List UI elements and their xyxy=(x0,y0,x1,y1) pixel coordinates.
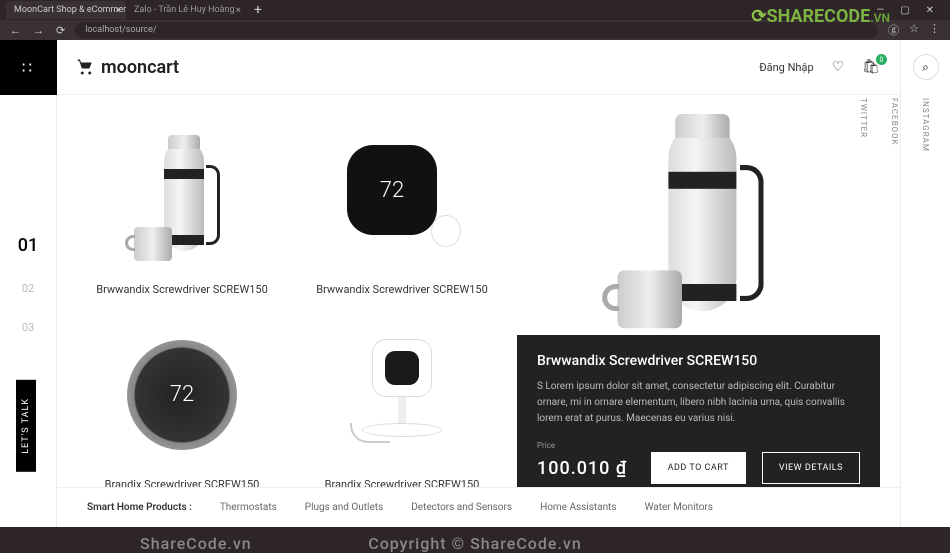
cart-button[interactable]: 🛍 0 xyxy=(862,59,880,75)
menu-toggle[interactable]: ∷ xyxy=(0,40,57,95)
translate-icon[interactable]: ⓖ xyxy=(888,22,899,38)
heart-icon: ♡ xyxy=(832,59,845,75)
category-link[interactable]: Water Monitors xyxy=(645,502,713,513)
pager-dot[interactable]: 03 xyxy=(22,321,34,334)
watermark-text: Copyright © ShareCode.vn xyxy=(368,534,582,553)
pager-dot[interactable]: 01 xyxy=(18,235,38,256)
new-tab-button[interactable]: + xyxy=(246,2,270,18)
back-icon[interactable]: ← xyxy=(10,24,21,37)
price-label: Price xyxy=(537,441,860,450)
page: ∷ 01 02 03 LET'S TALK ⌕ EXAMPLE@INFO.COM… xyxy=(0,40,950,527)
category-link[interactable]: Detectors and Sensors xyxy=(411,502,512,513)
product-card[interactable]: Brandix Screwdriver SCREW150 xyxy=(297,320,507,505)
url-field[interactable]: localhost/source/ xyxy=(75,22,878,38)
forward-icon[interactable]: → xyxy=(33,24,44,37)
product-image: 72 xyxy=(322,125,482,275)
bookmark-icon[interactable]: ☆ xyxy=(909,22,919,38)
close-window-icon[interactable]: ✕ xyxy=(926,5,934,16)
close-icon[interactable]: × xyxy=(116,5,121,16)
product-title: Brwwandix Screwdriver SCREW150 xyxy=(96,283,268,296)
tab-title: Zalo - Trần Lê Huy Hoàng xyxy=(134,5,235,15)
view-details-button[interactable]: VIEW DETAILS xyxy=(762,452,860,484)
thermo-reading: 72 xyxy=(170,382,194,407)
browser-tab[interactable]: Zalo - Trần Lê Huy Hoàng × xyxy=(126,1,246,19)
minimize-icon[interactable]: — xyxy=(876,5,884,16)
product-image xyxy=(322,320,482,470)
window-controls: — ▢ ✕ xyxy=(876,5,944,16)
product-image xyxy=(102,125,262,275)
thermo-reading: 72 xyxy=(380,178,404,203)
product-title: Brwwandix Screwdriver SCREW150 xyxy=(316,283,488,296)
logo-text: mooncart xyxy=(101,57,179,78)
search-icon: ⌕ xyxy=(922,60,929,75)
address-bar: ← → ⟳ localhost/source/ ⓖ ☆ ⋮ xyxy=(0,20,950,40)
cart-icon xyxy=(77,58,95,76)
category-nav: Smart Home Products : Thermostats Plugs … xyxy=(57,487,900,527)
product-card[interactable]: Brwwandix Screwdriver SCREW150 xyxy=(77,125,287,310)
hero-product: Brwwandix Screwdriver SCREW150 S Lorem i… xyxy=(517,125,880,504)
search-button[interactable]: ⌕ xyxy=(913,54,939,80)
hero-title: Brwwandix Screwdriver SCREW150 xyxy=(537,353,860,369)
wishlist-button[interactable]: ♡ xyxy=(832,59,845,75)
pager-dot[interactable]: 02 xyxy=(22,282,34,295)
left-rail: ∷ 01 02 03 LET'S TALK xyxy=(0,40,57,527)
login-link[interactable]: Đăng Nhập xyxy=(759,61,813,74)
browser-chrome: MoonCart Shop & eCommerc × Zalo - Trần L… xyxy=(0,0,950,40)
watermark-text: ShareCode.vn xyxy=(140,534,252,553)
main-content: Brwwandix Screwdriver SCREW150 72 Brwwan… xyxy=(57,95,900,527)
url-text: localhost/source/ xyxy=(85,25,156,35)
menu-icon[interactable]: ⋮ xyxy=(929,22,940,38)
tab-title: MoonCart Shop & eCommerc xyxy=(14,5,126,15)
close-icon[interactable]: × xyxy=(236,5,241,16)
social-instagram[interactable]: INSTAGRAM xyxy=(921,98,930,194)
lets-talk-button[interactable]: LET'S TALK xyxy=(16,380,36,472)
site-logo[interactable]: mooncart xyxy=(77,57,179,78)
hero-image xyxy=(517,125,880,335)
cart-badge: 0 xyxy=(876,54,887,65)
category-link[interactable]: Thermostats xyxy=(220,502,277,513)
tab-strip: MoonCart Shop & eCommerc × Zalo - Trần L… xyxy=(0,0,950,20)
product-image: 72 xyxy=(102,320,262,470)
right-rail: ⌕ EXAMPLE@INFO.COM +91 123 456 7890 INST… xyxy=(900,40,950,527)
reload-icon[interactable]: ⟳ xyxy=(56,24,65,37)
category-label: Smart Home Products : xyxy=(87,502,192,513)
browser-tab-active[interactable]: MoonCart Shop & eCommerc × xyxy=(6,1,126,19)
hero-pager: 01 02 03 xyxy=(18,235,38,334)
category-link[interactable]: Home Assistants xyxy=(540,502,617,513)
hero-panel: Brwwandix Screwdriver SCREW150 S Lorem i… xyxy=(517,335,880,504)
category-link[interactable]: Plugs and Outlets xyxy=(305,502,383,513)
hero-price: 100.010 ₫ xyxy=(537,458,627,479)
maximize-icon[interactable]: ▢ xyxy=(900,5,909,16)
add-to-cart-button[interactable]: ADD TO CART xyxy=(651,452,746,484)
hero-description: S Lorem ipsum dolor sit amet, consectetu… xyxy=(537,379,860,427)
product-card[interactable]: 72 Brwwandix Screwdriver SCREW150 xyxy=(297,125,507,310)
product-card[interactable]: 72 Brandix Screwdriver SCREW150 xyxy=(77,320,287,505)
site-header: mooncart Đăng Nhập ♡ 🛍 0 xyxy=(57,40,900,95)
